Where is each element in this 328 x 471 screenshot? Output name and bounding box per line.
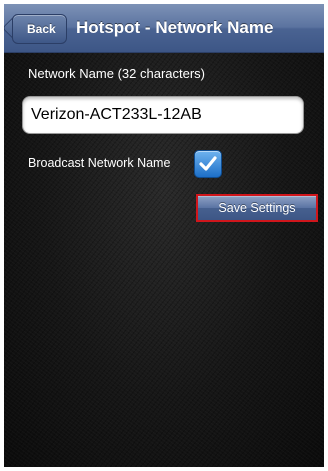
network-name-label: Network Name (32 characters) (28, 66, 205, 81)
broadcast-network-name-label: Broadcast Network Name (28, 156, 171, 170)
save-settings-label: Save Settings (218, 201, 296, 215)
back-button-label: Back (27, 22, 56, 36)
checkmark-icon (199, 156, 217, 171)
broadcast-network-name-checkbox[interactable] (194, 150, 222, 178)
page-title: Hotspot - Network Name (76, 18, 274, 37)
screen: Back Hotspot - Network Name Network Name… (4, 4, 324, 467)
save-settings-button[interactable]: Save Settings (196, 194, 318, 222)
navigation-bar: Back Hotspot - Network Name (4, 4, 324, 53)
network-name-field[interactable] (22, 96, 304, 134)
back-button[interactable]: Back (12, 14, 67, 44)
